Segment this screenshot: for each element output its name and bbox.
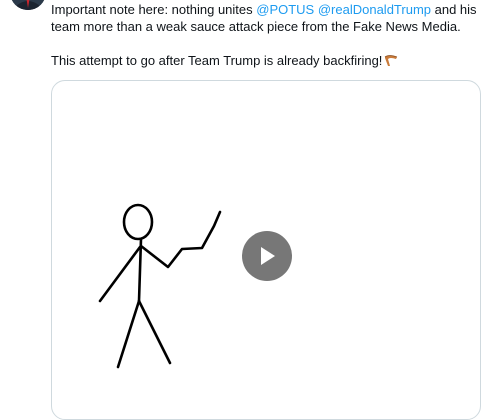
tweet-paragraph-1: Important note here: nothing unites @POT… — [51, 1, 489, 35]
play-icon — [261, 247, 275, 265]
tweet-paragraph-2: This attempt to go after Team Trump is a… — [51, 52, 489, 69]
mention-realdonaldtrump-link[interactable]: @realDonaldTrump — [318, 2, 431, 17]
avatar-photo — [10, 0, 46, 10]
mention-potus-link[interactable]: @POTUS — [256, 2, 314, 17]
play-button[interactable] — [242, 231, 292, 281]
avatar[interactable] — [10, 0, 46, 10]
tweet-text-segment: Important note here: nothing unites — [51, 2, 257, 17]
tweet-text: Important note here: nothing unites @POT… — [51, 1, 489, 69]
boomerang-icon — [384, 53, 398, 67]
video-media-card[interactable] — [51, 80, 481, 420]
tweet-text-segment: This attempt to go after Team Trump is a… — [51, 53, 383, 68]
